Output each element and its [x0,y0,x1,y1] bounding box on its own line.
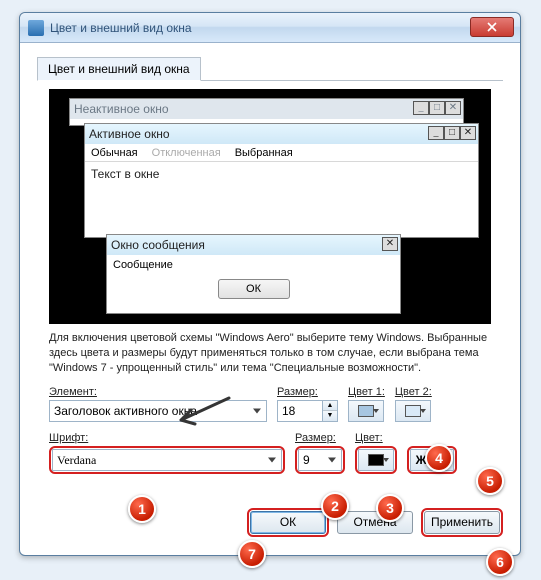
close-icon[interactable]: ✕ [445,101,461,115]
size1-label: Размер: [277,386,338,398]
tab-row: Цвет и внешний вид окна [37,56,503,81]
color2-picker[interactable] [395,400,431,422]
size1-input[interactable] [277,400,323,422]
window-controls: _ □ ✕ [428,126,476,140]
msgbox-title: Окно сообщения [111,238,205,252]
row-font: Шрифт: Verdana Размер: 9 Цвет: . Ж [49,432,491,474]
color1-label: Цвет 1: [348,386,385,398]
callout-3: 3 [376,494,404,522]
maximize-icon[interactable]: □ [444,126,460,140]
size1-spinner[interactable]: ▲▼ [322,400,338,422]
maximize-icon[interactable]: □ [429,101,445,115]
callout-5: 5 [476,467,504,495]
msgbox-text: Сообщение [107,255,400,275]
callout-6: 6 [486,548,514,576]
window-color-appearance: Цвет и внешний вид окна Цвет и внешний в… [19,12,521,556]
size2-label: Размер: [295,432,345,444]
preview-messagebox[interactable]: Окно сообщения ✕ Сообщение ОК [106,234,401,314]
callout-4: 4 [425,444,453,472]
titlebar[interactable]: Цвет и внешний вид окна [20,13,520,43]
window-title: Цвет и внешний вид окна [50,21,192,35]
menu-disabled: Отключенная [152,147,221,159]
close-icon [487,22,497,32]
preview-menubar: Обычная Отключенная Выбранная [85,144,478,162]
active-title: Активное окно [89,127,170,141]
font-label: Шрифт: [49,432,285,444]
font-select[interactable]: Verdana [52,449,282,471]
inactive-title: Неактивное окно [74,102,169,116]
close-icon[interactable]: ✕ [460,126,476,140]
window-icon [28,20,44,36]
tab-color-appearance[interactable]: Цвет и внешний вид окна [37,57,201,81]
description-text: Для включения цветовой схемы "Windows Ae… [49,331,491,376]
minimize-icon[interactable]: _ [428,126,444,140]
color2-label: Цвет 2: [395,386,432,398]
close-icon[interactable]: ✕ [382,237,398,251]
minimize-icon[interactable]: _ [413,101,429,115]
preview-inactive-window[interactable]: Неактивное окно _ □ ✕ [69,98,464,126]
color1-picker[interactable] [348,400,384,422]
font-size-select[interactable]: 9 [298,449,342,471]
window-controls: _ □ ✕ [413,101,461,115]
tab-content: Неактивное окно _ □ ✕ Активное окно [37,81,503,486]
preview-area: Неактивное окно _ □ ✕ Активное окно [49,89,491,324]
dialog-buttons: ОК Отмена Применить [247,502,503,542]
msgbox-ok-button[interactable]: ОК [218,279,290,299]
ok-button[interactable]: ОК [250,511,326,534]
font-color-picker[interactable] [358,449,394,471]
client-area: Цвет и внешний вид окна Неактивное окно … [27,49,513,548]
row-element: Элемент: Заголовок активного окна Размер… [49,386,491,422]
preview-text: Текст в окне [85,162,478,186]
menu-selected[interactable]: Выбранная [235,147,293,159]
callout-2: 2 [321,492,349,520]
preview-active-window[interactable]: Активное окно _ □ ✕ Обычная Отключенная … [84,123,479,238]
menu-normal[interactable]: Обычная [91,147,138,159]
pointer-arrow [169,394,239,430]
apply-button[interactable]: Применить [424,511,500,534]
callout-7: 7 [238,540,266,568]
callout-1: 1 [128,495,156,523]
close-button[interactable] [470,17,514,37]
fontcolor-label: Цвет: [355,432,397,444]
